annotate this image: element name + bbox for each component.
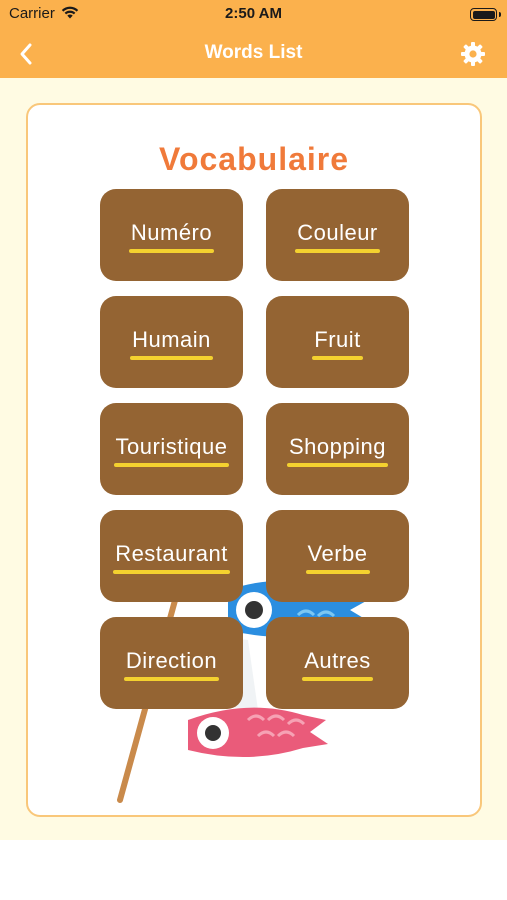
label-underline: [123, 677, 220, 681]
category-label: Couleur: [295, 220, 380, 253]
category-label: Direction: [123, 648, 220, 681]
category-label: Shopping: [287, 434, 388, 467]
category-tile-couleur[interactable]: Couleur: [266, 189, 409, 281]
label-underline: [113, 463, 230, 467]
label-underline: [312, 356, 363, 360]
status-bar: Carrier 2:50 AM: [0, 0, 507, 30]
category-label: Autres: [302, 648, 373, 681]
label-underline: [128, 249, 215, 253]
category-tile-humain[interactable]: Humain: [100, 296, 243, 388]
category-tile-shopping[interactable]: Shopping: [266, 403, 409, 495]
category-label: Numéro: [128, 220, 215, 253]
label-underline: [287, 463, 388, 467]
category-label: Touristique: [113, 434, 230, 467]
nav-bar: Words List: [0, 30, 507, 78]
battery-icon: [470, 8, 501, 21]
label-underline: [302, 677, 373, 681]
category-tile-verbe[interactable]: Verbe: [266, 510, 409, 602]
category-label: Verbe: [305, 541, 370, 574]
settings-button[interactable]: [459, 40, 487, 68]
category-tile-direction[interactable]: Direction: [100, 617, 243, 709]
bottom-area: [0, 840, 507, 900]
category-tile-restaurant[interactable]: Restaurant: [100, 510, 243, 602]
label-underline: [113, 570, 230, 574]
red-fish: [188, 707, 328, 758]
label-underline: [295, 249, 380, 253]
label-underline: [305, 570, 370, 574]
status-time: 2:50 AM: [225, 5, 282, 22]
category-label: Fruit: [312, 327, 363, 360]
category-tile-touristique[interactable]: Touristique: [100, 403, 243, 495]
label-underline: [130, 356, 213, 360]
category-tile-numero[interactable]: Numéro: [100, 189, 243, 281]
category-tile-fruit[interactable]: Fruit: [266, 296, 409, 388]
content-area: Vocabulaire Numéro Couleur Humain Fruit …: [0, 78, 507, 840]
card-heading: Vocabulaire: [158, 141, 350, 177]
category-tile-autres[interactable]: Autres: [266, 617, 409, 709]
gear-icon: [461, 42, 485, 66]
vocabulary-card: Vocabulaire Numéro Couleur Humain Fruit …: [26, 103, 482, 817]
category-label: Humain: [130, 327, 213, 360]
page-title: Words List: [204, 42, 303, 63]
category-label: Restaurant: [113, 541, 230, 574]
